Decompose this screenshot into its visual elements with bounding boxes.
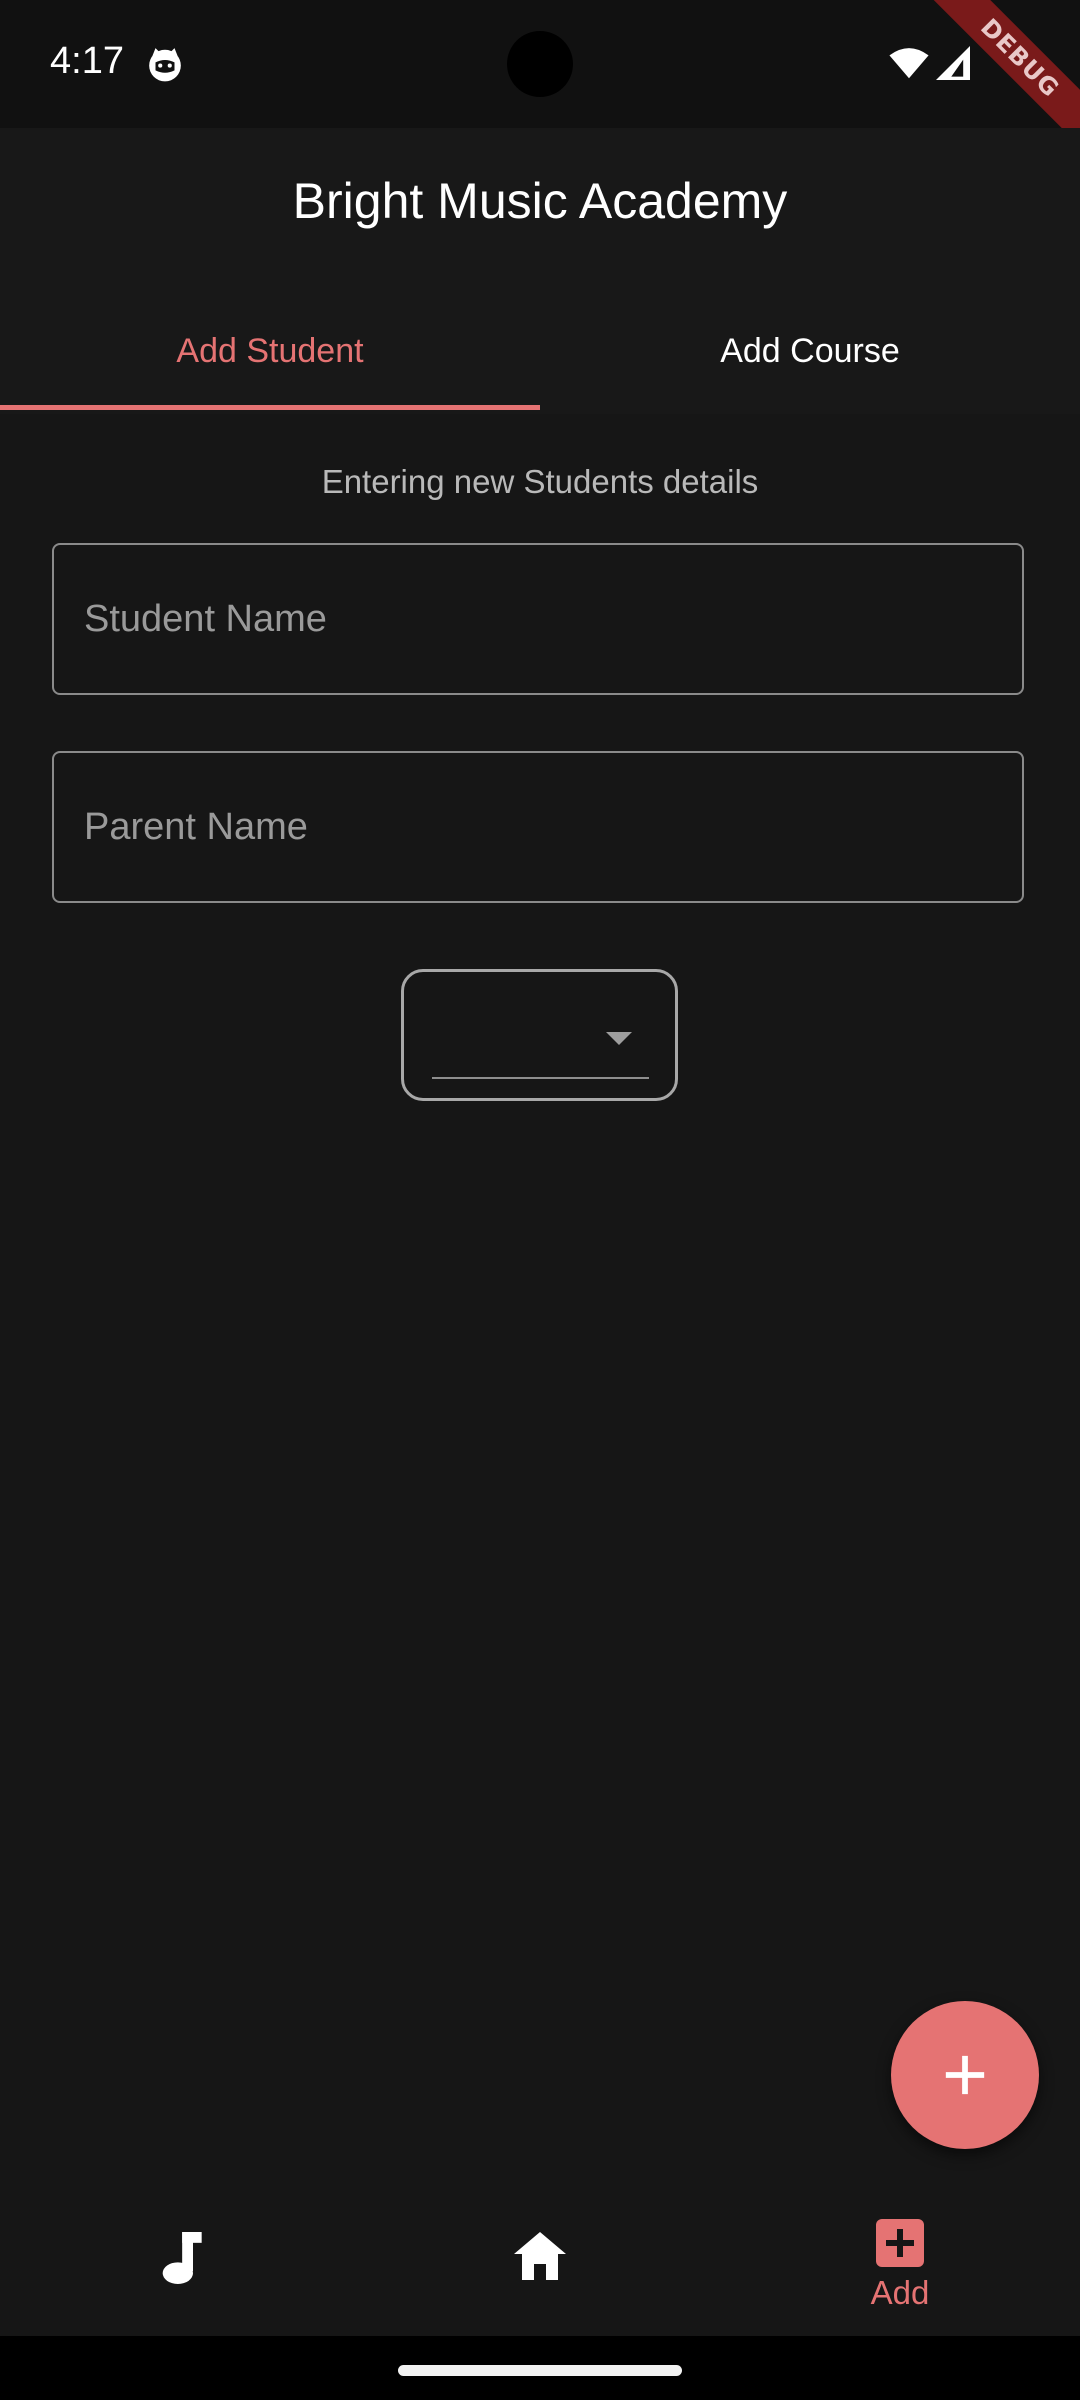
bottom-navigation: Add — [0, 2180, 1080, 2336]
nav-item-home[interactable] — [360, 2180, 720, 2336]
tab-add-student-label: Add Student — [176, 331, 364, 370]
nav-item-music[interactable] — [0, 2180, 360, 2336]
home-icon — [514, 2232, 566, 2280]
status-bar: 4:17 DEBUG — [0, 0, 1080, 150]
arrow-drop-down-icon — [606, 1032, 632, 1045]
tab-add-course[interactable]: Add Course — [540, 288, 1080, 414]
tab-add-student[interactable]: Add Student — [0, 288, 540, 414]
home-indicator[interactable] — [398, 2365, 682, 2376]
system-navigation-bar — [0, 2336, 1080, 2400]
tab-indicator — [0, 405, 540, 410]
nav-item-add-label: Add — [870, 2274, 930, 2311]
tab-add-course-label: Add Course — [720, 331, 900, 370]
student-name-input[interactable] — [52, 543, 1024, 695]
course-dropdown[interactable] — [401, 969, 678, 1101]
plus-icon — [945, 2055, 985, 2095]
form-subtitle: Entering new Students details — [321, 463, 759, 500]
wifi-icon — [889, 48, 929, 79]
cat-notification-icon — [149, 48, 181, 82]
music-note-icon — [162, 2232, 202, 2284]
app-bar: Bright Music Academy Add Student Add Cou… — [0, 128, 1080, 414]
dropdown-underline — [432, 1077, 649, 1079]
add-box-icon — [876, 2219, 924, 2267]
status-time: 4:17 — [50, 40, 124, 82]
parent-name-input[interactable] — [52, 751, 1024, 903]
nav-item-add[interactable]: Add — [720, 2180, 1080, 2336]
add-fab-button[interactable] — [891, 2001, 1039, 2149]
screen: 4:17 DEBUG Bright Music Academy Add Stud… — [0, 0, 1080, 2400]
app-title: Bright Music Academy — [292, 173, 788, 229]
camera-cutout — [507, 31, 573, 97]
